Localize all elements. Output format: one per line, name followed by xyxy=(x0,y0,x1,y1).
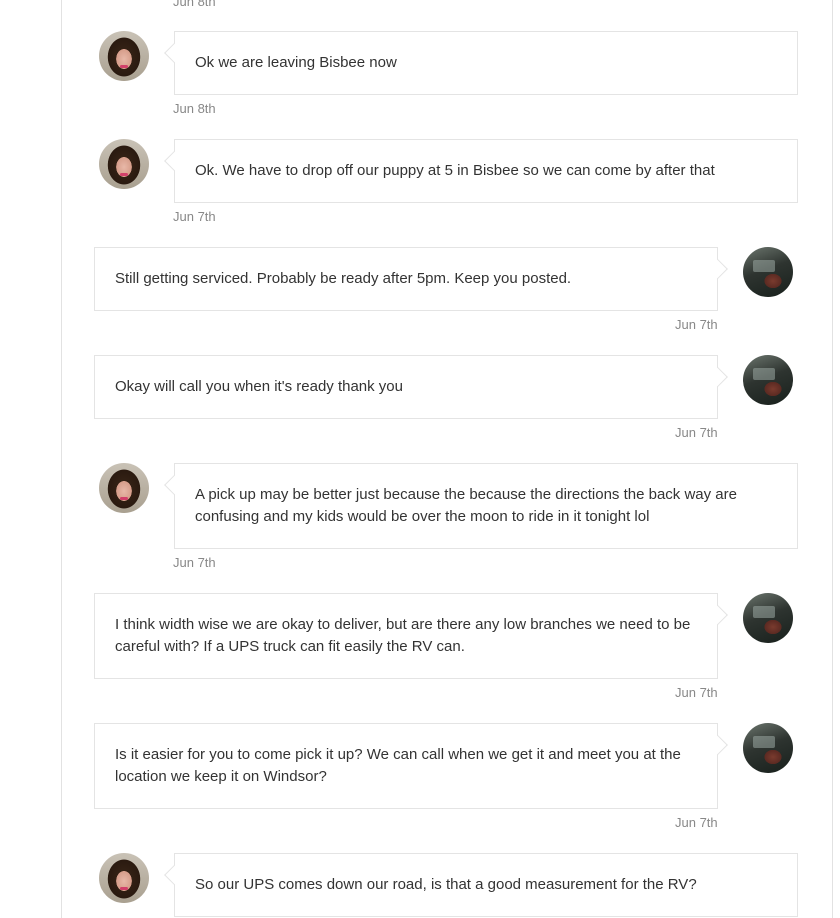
message-text: I think width wise we are okay to delive… xyxy=(115,616,691,655)
message-bubble: Is it easier for you to come pick it up?… xyxy=(94,723,718,809)
message-date: Jun 8th xyxy=(173,101,216,116)
woman-avatar[interactable] xyxy=(99,139,149,189)
avatar-detail xyxy=(753,736,775,748)
message-bubble: I think width wise we are okay to delive… xyxy=(94,593,718,679)
avatar-detail xyxy=(753,368,775,380)
message-date: Jun 7th xyxy=(675,685,718,700)
woman-avatar[interactable] xyxy=(99,853,149,903)
avatar-detail xyxy=(120,497,128,500)
message-text: Ok. We have to drop off our puppy at 5 i… xyxy=(195,162,715,179)
message-text: Ok we are leaving Bisbee now xyxy=(195,54,397,71)
avatar-detail xyxy=(753,260,775,272)
truck-avatar[interactable] xyxy=(743,593,793,643)
message-date: Jun 8th xyxy=(173,0,216,9)
message-bubble: Ok. We have to drop off our puppy at 5 i… xyxy=(174,139,798,203)
message-text: So our UPS comes down our road, is that … xyxy=(195,876,697,893)
message-bubble: Still getting serviced. Probably be read… xyxy=(94,247,718,311)
message-date: Jun 7th xyxy=(675,317,718,332)
message-text: Is it easier for you to come pick it up?… xyxy=(115,746,681,785)
truck-avatar[interactable] xyxy=(743,247,793,297)
woman-avatar[interactable] xyxy=(99,31,149,81)
message-bubble: Okay will call you when it's ready thank… xyxy=(94,355,718,419)
truck-avatar[interactable] xyxy=(743,723,793,773)
message-date: Jun 7th xyxy=(173,209,216,224)
message-bubble: Ok we are leaving Bisbee now xyxy=(174,31,798,95)
message-text: Okay will call you when it's ready thank… xyxy=(115,378,403,395)
message-bubble: A pick up may be better just because the… xyxy=(174,463,798,549)
message-text: A pick up may be better just because the… xyxy=(195,486,737,525)
message-bubble: So our UPS comes down our road, is that … xyxy=(174,853,798,917)
message-date: Jun 7th xyxy=(675,425,718,440)
avatar-detail xyxy=(120,887,128,890)
message-text: Still getting serviced. Probably be read… xyxy=(115,270,572,287)
avatar-detail xyxy=(120,65,128,68)
message-date: Jun 7th xyxy=(675,815,718,830)
avatar-detail xyxy=(753,606,775,618)
avatar-detail xyxy=(120,173,128,176)
truck-avatar[interactable] xyxy=(743,355,793,405)
woman-avatar[interactable] xyxy=(99,463,149,513)
message-date: Jun 7th xyxy=(173,555,216,570)
